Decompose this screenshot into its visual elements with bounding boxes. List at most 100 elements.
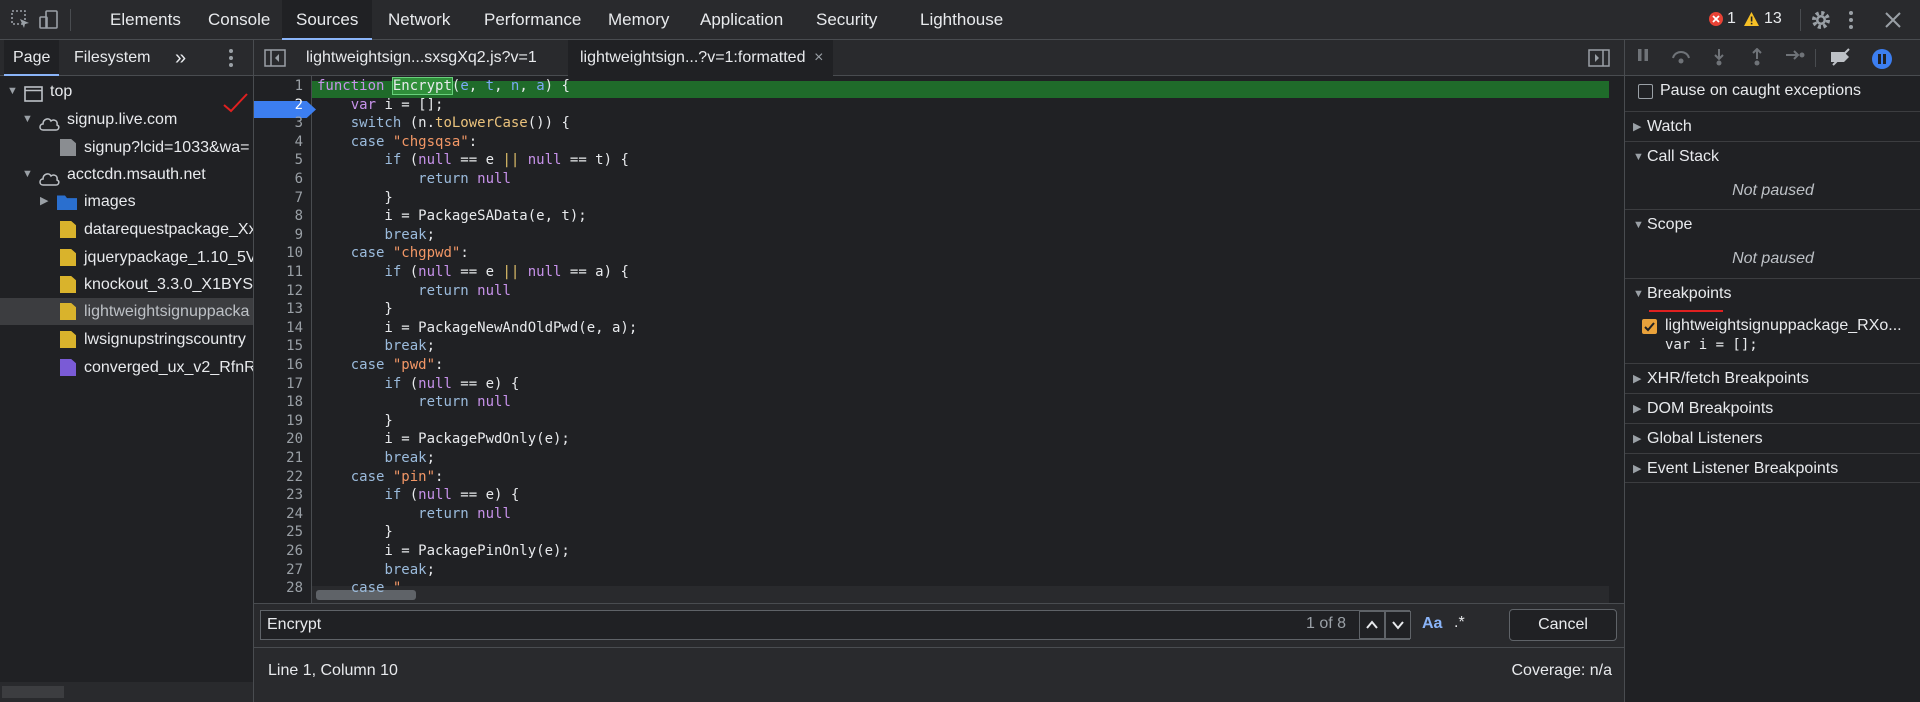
search-input[interactable] xyxy=(260,610,1410,640)
line-number-gutter[interactable]: 1 2 3 4 5 6 7 8 9 10 11 12 13 14 15 16 17 18 19 20 21 22 23 24 2… xyxy=(254,76,316,603)
line-number[interactable]: 5 xyxy=(255,151,303,170)
tree-item-file[interactable]: lwsignupstringscountry xyxy=(0,326,253,353)
section-scope[interactable]: ▼ Scope xyxy=(1625,209,1920,239)
line-number[interactable]: 27 xyxy=(255,561,303,580)
tab-filesystem[interactable]: Filesystem xyxy=(65,40,159,76)
line-number[interactable]: 25 xyxy=(255,523,303,542)
line-number[interactable]: 11 xyxy=(255,263,303,282)
code-line: if (null == e) { xyxy=(384,487,520,504)
tree-item-folder[interactable]: ▶ images xyxy=(0,188,253,215)
toggle-navigator-icon[interactable] xyxy=(264,48,286,73)
next-match-button[interactable] xyxy=(1385,611,1411,639)
section-event-listener-breakpoints[interactable]: ▶ Event Listener Breakpoints xyxy=(1625,453,1920,483)
line-number[interactable]: 10 xyxy=(255,244,303,263)
section-call-stack[interactable]: ▼ Call Stack xyxy=(1625,141,1920,171)
kebab-menu-icon[interactable] xyxy=(1847,9,1855,36)
inspect-element-icon[interactable] xyxy=(10,9,32,31)
section-dom-breakpoints[interactable]: ▶ DOM Breakpoints xyxy=(1625,393,1920,423)
tree-item-domain[interactable]: ▼ acctcdn.msauth.net xyxy=(0,161,253,188)
match-case-button[interactable]: Aa xyxy=(1422,615,1442,633)
line-number[interactable]: 23 xyxy=(255,486,303,505)
tab-memory[interactable]: Memory xyxy=(594,0,683,40)
pause-icon[interactable] xyxy=(1633,48,1653,68)
section-watch[interactable]: ▶ Watch xyxy=(1625,111,1920,141)
line-number[interactable]: 15 xyxy=(255,337,303,356)
tree-item-domain[interactable]: ▼ signup.live.com xyxy=(0,106,253,133)
section-xhr-breakpoints[interactable]: ▶ XHR/fetch Breakpoints xyxy=(1625,363,1920,393)
step-over-icon[interactable] xyxy=(1671,48,1691,68)
regex-button[interactable]: .* xyxy=(1454,614,1465,632)
device-toolbar-icon[interactable] xyxy=(38,9,60,31)
expand-triangle-icon[interactable]: ▼ xyxy=(22,106,33,133)
expand-triangle-icon[interactable]: ▼ xyxy=(7,78,18,105)
error-count[interactable]: 1 xyxy=(1727,10,1736,28)
tab-performance[interactable]: Performance xyxy=(470,0,595,40)
more-tabs-icon[interactable]: » xyxy=(166,40,195,76)
horizontal-scrollbar[interactable] xyxy=(312,586,1609,603)
kebab-menu-icon[interactable] xyxy=(227,48,235,73)
line-number[interactable]: 17 xyxy=(255,375,303,394)
tab-file-source[interactable]: lightweightsign...sxsgXq2.js?v=1 xyxy=(294,40,549,76)
section-global-listeners[interactable]: ▶ Global Listeners xyxy=(1625,423,1920,453)
tree-item-file[interactable]: datarequestpackage_Xx xyxy=(0,216,253,243)
tab-security[interactable]: Security xyxy=(802,0,891,40)
tab-file-formatted[interactable]: lightweightsign...?v=1:formatted × xyxy=(568,40,834,76)
line-number[interactable]: 26 xyxy=(255,542,303,561)
scrollbar-thumb[interactable] xyxy=(2,686,64,698)
gear-icon[interactable] xyxy=(1810,9,1832,36)
tab-network[interactable]: Network xyxy=(374,0,464,40)
tree-item-file-selected[interactable]: lightweightsignuppacka xyxy=(0,298,253,325)
pause-on-caught-checkbox[interactable] xyxy=(1638,84,1653,99)
line-number[interactable]: 7 xyxy=(255,189,303,208)
line-number[interactable]: 3 xyxy=(255,114,303,133)
line-number[interactable]: 18 xyxy=(255,393,303,412)
breakpoint-file[interactable]: lightweightsignuppackage_RXo... xyxy=(1665,317,1902,335)
breakpoint-checkbox[interactable] xyxy=(1642,319,1657,334)
code-editor[interactable]: 1 2 3 4 5 6 7 8 9 10 11 12 13 14 15 16 17 18 19 20 21 22 23 24 2… xyxy=(254,76,1624,603)
line-number[interactable]: 13 xyxy=(255,300,303,319)
tree-item-file[interactable]: knockout_3.3.0_X1BYS2 xyxy=(0,271,253,298)
previous-match-button[interactable] xyxy=(1359,611,1385,639)
warning-count[interactable]: 13 xyxy=(1764,10,1782,28)
line-number[interactable]: 22 xyxy=(255,468,303,487)
tab-sources[interactable]: Sources xyxy=(282,0,373,40)
line-number[interactable]: 28 xyxy=(255,579,303,598)
pause-on-caught-label[interactable]: Pause on caught exceptions xyxy=(1660,82,1861,100)
section-breakpoints[interactable]: ▼ Breakpoints xyxy=(1625,278,1920,308)
step-out-icon[interactable] xyxy=(1747,47,1767,68)
pause-on-exceptions-icon[interactable] xyxy=(1871,48,1893,69)
expand-triangle-icon[interactable]: ▼ xyxy=(22,161,33,188)
line-number[interactable]: 24 xyxy=(255,505,303,524)
tab-application[interactable]: Application xyxy=(686,0,797,40)
tree-item-file[interactable]: signup?lcid=1033&wa= xyxy=(0,134,253,161)
close-icon[interactable]: × xyxy=(814,40,823,76)
cancel-button[interactable]: Cancel xyxy=(1509,609,1617,641)
coverage-status[interactable]: Coverage: n/a xyxy=(1511,662,1612,680)
line-number[interactable]: 8 xyxy=(255,207,303,226)
line-number[interactable]: 6 xyxy=(255,170,303,189)
tree-item-file[interactable]: jquerypackage_1.10_5V xyxy=(0,244,253,271)
step-into-icon[interactable] xyxy=(1709,48,1729,68)
tab-elements[interactable]: Elements xyxy=(96,0,195,40)
toggle-debugger-icon[interactable] xyxy=(1588,48,1610,73)
step-icon[interactable] xyxy=(1785,48,1805,68)
collapse-triangle-icon[interactable]: ▶ xyxy=(40,188,48,215)
deactivate-breakpoints-icon[interactable] xyxy=(1829,48,1853,68)
line-number[interactable]: 2 xyxy=(255,96,303,115)
close-icon[interactable] xyxy=(1883,10,1903,35)
line-number[interactable]: 12 xyxy=(255,282,303,301)
line-number[interactable]: 4 xyxy=(255,133,303,152)
line-number[interactable]: 19 xyxy=(255,412,303,431)
line-number[interactable]: 9 xyxy=(255,226,303,245)
tab-console[interactable]: Console xyxy=(194,0,284,40)
line-number[interactable]: 16 xyxy=(255,356,303,375)
tab-lighthouse[interactable]: Lighthouse xyxy=(906,0,1017,40)
line-number[interactable]: 1 xyxy=(255,77,303,96)
tree-item-top[interactable]: ▼ top xyxy=(0,78,253,105)
line-number[interactable]: 21 xyxy=(255,449,303,468)
line-number[interactable]: 14 xyxy=(255,319,303,338)
line-number[interactable]: 20 xyxy=(255,430,303,449)
breakpoint-code[interactable]: var i = []; xyxy=(1665,337,1758,353)
tree-item-file[interactable]: converged_ux_v2_RfnRC xyxy=(0,354,253,381)
tab-page[interactable]: Page xyxy=(4,40,60,76)
